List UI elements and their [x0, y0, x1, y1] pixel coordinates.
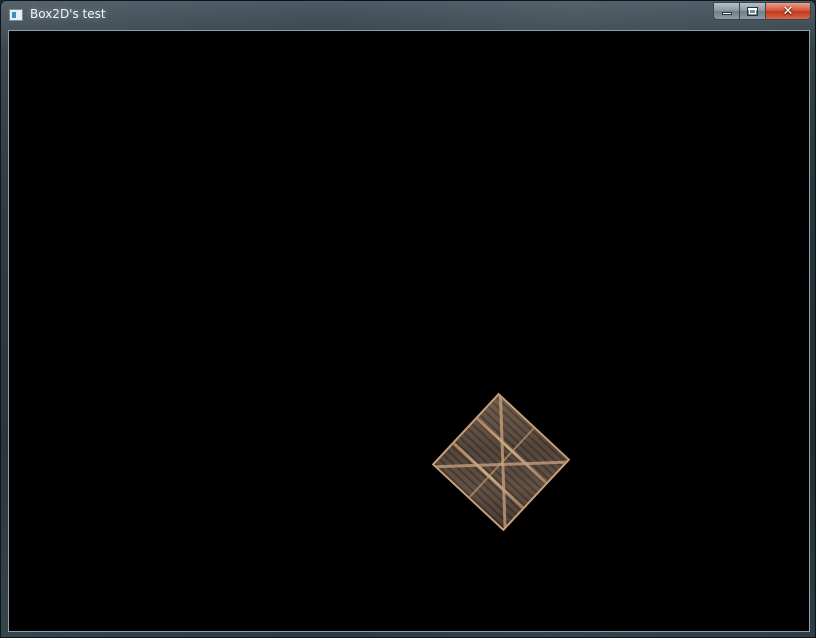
close-icon: ✕ [782, 4, 794, 19]
minimize-button[interactable] [713, 2, 740, 20]
maximize-icon [747, 7, 758, 16]
render-canvas[interactable] [8, 30, 810, 632]
app-icon[interactable] [9, 9, 23, 21]
wooden-crate [431, 392, 571, 532]
minimize-icon [722, 12, 732, 15]
title-bar[interactable]: Box2D's test ✕ [1, 1, 815, 29]
close-button[interactable]: ✕ [766, 2, 811, 20]
caption-buttons: ✕ [713, 2, 811, 21]
maximize-button[interactable] [740, 2, 766, 20]
app-window: Box2D's test ✕ [0, 0, 816, 638]
window-title: Box2D's test [30, 7, 106, 21]
